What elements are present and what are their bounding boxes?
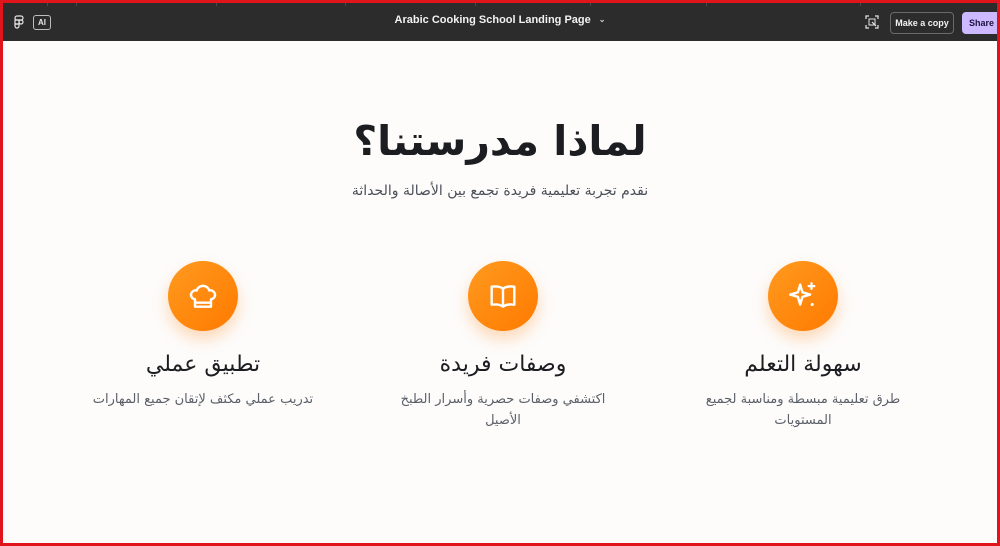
divider bbox=[860, 3, 861, 6]
make-copy-button[interactable]: Make a copy bbox=[890, 12, 954, 34]
share-button[interactable]: Share bbox=[962, 12, 997, 34]
divider bbox=[475, 3, 476, 6]
feature-title: وصفات فريدة bbox=[439, 352, 567, 377]
toolbar: AI Arabic Cooking School Landing Page ⌄ M… bbox=[3, 3, 997, 41]
divider bbox=[345, 3, 346, 6]
divider bbox=[47, 3, 48, 6]
divider bbox=[590, 3, 591, 6]
chevron-down-icon: ⌄ bbox=[598, 15, 606, 24]
feature-icon-circle bbox=[168, 261, 238, 331]
divider bbox=[216, 3, 217, 6]
feature-icon-circle bbox=[468, 261, 538, 331]
feature-icon-circle bbox=[768, 261, 838, 331]
feature-card-practical: تطبيق عملي تدريب عملي مكثف لإتقان جميع ا… bbox=[88, 261, 318, 410]
sparkles-icon bbox=[789, 282, 816, 307]
feature-description: طرق تعليمية مبسطة ومناسبة لجميع المستويا… bbox=[705, 392, 901, 428]
divider bbox=[76, 3, 77, 6]
feature-description: اكتشفي وصفات حصرية وأسرار الطبخ الأصيل bbox=[400, 392, 606, 428]
section-title: لماذا مدرستنا؟ bbox=[353, 117, 647, 165]
feature-description: تدريب عملي مكثف لإتقان جميع المهارات bbox=[92, 392, 314, 407]
feature-card-easy-learning: سهولة التعلم طرق تعليمية مبسطة ومناسبة ل… bbox=[688, 261, 918, 431]
book-icon bbox=[490, 285, 516, 308]
feature-card-recipes: وصفات فريدة اكتشفي وصفات حصرية وأسرار ال… bbox=[388, 261, 618, 431]
feature-title: تطبيق عملي bbox=[145, 352, 261, 377]
inspect-icon[interactable] bbox=[865, 15, 879, 29]
section-subtitle: نقدم تجربة تعليمية فريدة تجمع بين الأصال… bbox=[351, 183, 649, 199]
file-title-menu[interactable]: Arabic Cooking School Landing Page ⌄ bbox=[3, 14, 997, 26]
feature-title: سهولة التعلم bbox=[744, 352, 862, 377]
app-frame: AI Arabic Cooking School Landing Page ⌄ M… bbox=[0, 0, 1000, 546]
divider bbox=[706, 3, 707, 6]
chef-hat-icon bbox=[189, 284, 217, 308]
file-title: Arabic Cooking School Landing Page bbox=[394, 14, 591, 26]
